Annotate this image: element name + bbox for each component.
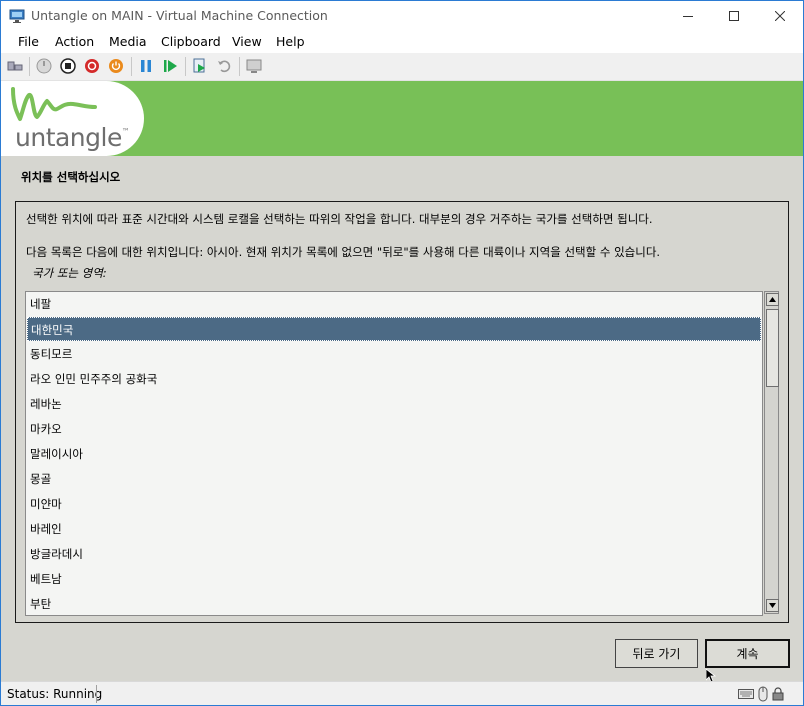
list-item[interactable]: 라오 인민 민주주의 공화국 xyxy=(27,367,761,391)
menu-file[interactable]: File xyxy=(18,34,39,49)
toolbar-separator xyxy=(185,57,186,76)
location-hint-text: 다음 목록은 다음에 대한 위치입니다: 아시아. 현재 위치가 목록에 없으면… xyxy=(26,245,661,259)
list-item[interactable]: 말레이시아 xyxy=(27,442,761,466)
continue-button[interactable]: 계속 xyxy=(705,639,790,668)
list-item[interactable]: 베트남 xyxy=(27,567,761,591)
menu-view[interactable]: View xyxy=(232,34,262,49)
start-icon[interactable] xyxy=(36,58,52,74)
vm-connection-window: Untangle on MAIN - Virtual Machine Conne… xyxy=(0,0,804,706)
status-text: Status: Running xyxy=(7,687,103,701)
toolbar-separator xyxy=(29,57,30,76)
enhanced-session-icon[interactable] xyxy=(246,58,262,74)
list-item[interactable]: 네팔 xyxy=(27,292,761,316)
list-item[interactable]: 미얀마 xyxy=(27,492,761,516)
menu-bar: File Action Media Clipboard View Help xyxy=(1,31,803,53)
vm-display[interactable]: untangle™ 위치를 선택하십시오 선택한 위치에 따라 표준 시간대와 … xyxy=(1,81,803,681)
mouse-icon xyxy=(758,686,768,702)
resume-icon[interactable] xyxy=(162,58,178,74)
list-item[interactable]: 몽골 xyxy=(27,467,761,491)
list-scrollbar[interactable] xyxy=(764,291,779,614)
untangle-logo-mark-icon xyxy=(11,87,97,121)
menu-help[interactable]: Help xyxy=(276,34,305,49)
minimize-button[interactable] xyxy=(665,1,711,31)
minimize-icon xyxy=(683,16,693,17)
scroll-up-button[interactable] xyxy=(766,293,779,306)
power-icon[interactable] xyxy=(108,58,124,74)
scroll-down-button[interactable] xyxy=(766,599,779,612)
maximize-button[interactable] xyxy=(711,1,757,31)
list-item-selected[interactable]: 대한민국 xyxy=(27,317,761,341)
toolbar-separator xyxy=(239,57,240,76)
list-item[interactable]: 레바논 xyxy=(27,392,761,416)
status-bar: Status: Running xyxy=(1,681,803,705)
maximize-icon xyxy=(729,11,739,21)
country-list[interactable]: 네팔 대한민국 동티모르 라오 인민 민주주의 공화국 레바논 마카오 말레이시… xyxy=(25,291,763,616)
vm-connection-icon xyxy=(9,9,25,23)
lock-icon xyxy=(772,687,784,701)
page-title: 위치를 선택하십시오 xyxy=(21,170,121,184)
toolbar xyxy=(1,53,803,81)
content-frame: 선택한 위치에 따라 표준 시간대와 시스템 로캘을 선택하는 따위의 작업을 … xyxy=(15,201,789,623)
checkpoint-icon[interactable] xyxy=(192,58,208,74)
list-item[interactable]: 바레인 xyxy=(27,517,761,541)
back-button[interactable]: 뒤로 가기 xyxy=(615,639,698,668)
keyboard-icon xyxy=(738,689,754,699)
menu-action[interactable]: Action xyxy=(55,34,94,49)
menu-clipboard[interactable]: Clipboard xyxy=(161,34,221,49)
list-item[interactable]: 방글라데시 xyxy=(27,542,761,566)
toolbar-separator xyxy=(131,57,132,76)
description-text: 선택한 위치에 따라 표준 시간대와 시스템 로캘을 선택하는 따위의 작업을 … xyxy=(26,212,653,226)
revert-icon[interactable] xyxy=(216,58,232,74)
ctrl-alt-del-icon[interactable] xyxy=(7,58,23,74)
close-button[interactable] xyxy=(757,1,803,31)
menu-media[interactable]: Media xyxy=(109,34,147,49)
list-item[interactable]: 마카오 xyxy=(27,417,761,441)
title-bar: Untangle on MAIN - Virtual Machine Conne… xyxy=(1,1,803,31)
country-field-label: 국가 또는 영역: xyxy=(32,266,107,280)
list-item[interactable]: 부탄 xyxy=(27,592,761,615)
status-separator xyxy=(96,685,97,703)
window-title: Untangle on MAIN - Virtual Machine Conne… xyxy=(31,8,328,23)
shutdown-icon[interactable] xyxy=(84,58,100,74)
list-item[interactable]: 동티모르 xyxy=(27,342,761,366)
close-icon xyxy=(775,11,785,21)
logo-text: untangle™ xyxy=(15,123,130,152)
arrow-down-icon xyxy=(769,603,776,608)
arrow-up-icon xyxy=(769,297,776,302)
turn-off-icon[interactable] xyxy=(60,58,76,74)
pause-icon[interactable] xyxy=(138,58,154,74)
scrollbar-thumb[interactable] xyxy=(766,309,779,387)
logo: untangle™ xyxy=(1,81,144,156)
installer-header: untangle™ xyxy=(1,81,803,156)
